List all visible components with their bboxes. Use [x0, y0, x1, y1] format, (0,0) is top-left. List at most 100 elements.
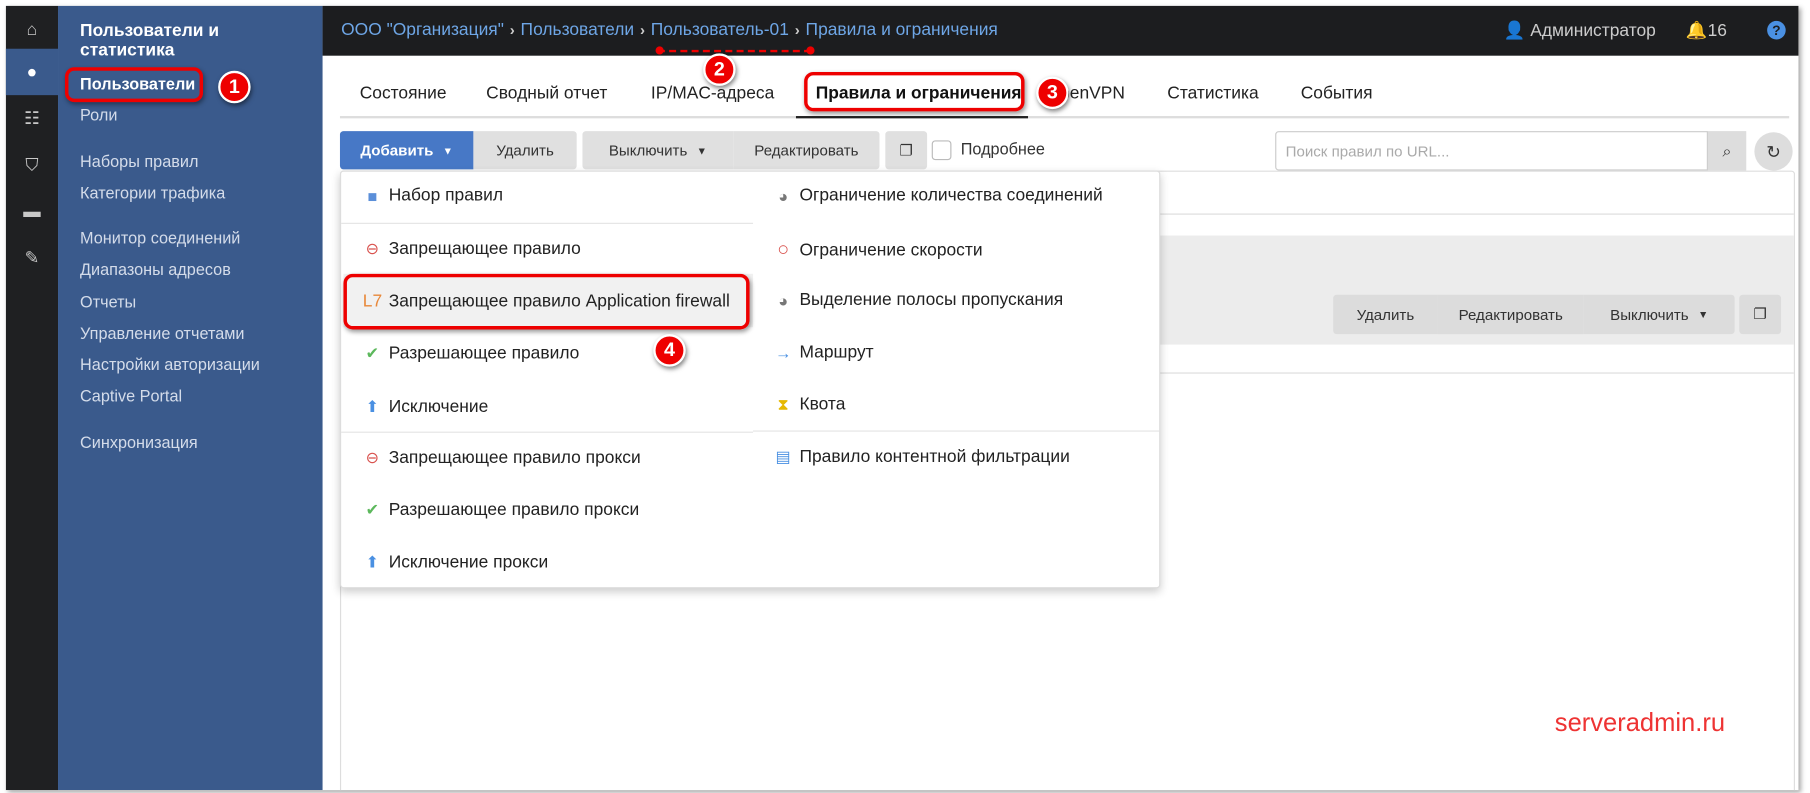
sidebar: Пользователи и статистика Пользователи Р… [58, 5, 323, 791]
label: Маршрут [799, 342, 874, 363]
search-input[interactable]: Поиск правил по URL... [1275, 131, 1708, 171]
tab-ip-mac[interactable]: IP/MAC-адреса [651, 84, 774, 104]
label: Ограничение количества соединений [799, 185, 1103, 206]
annotation-box-rules-tab [804, 71, 1025, 112]
refresh-icon[interactable]: ↻ [1754, 132, 1793, 171]
sitemap-icon[interactable]: ☷ [6, 95, 58, 141]
sidebar-item-rulesets[interactable]: Наборы правил [80, 152, 198, 171]
add-dropdown-menu: ■ Набор правил ⊖ Запрещающее правило L7 Зап… [339, 170, 1161, 589]
folder-icon: ■ [367, 186, 378, 205]
check-circle-icon: ✔ [365, 500, 380, 519]
watermark: serveradmin.ru [1554, 707, 1726, 737]
top-bar: ООО "Организация" › Пользователи › Пользоват… [322, 5, 1799, 56]
caret-down-icon: ▼ [442, 144, 454, 157]
menu-item-bandwidth[interactable]: ◕ Выделение полосы пропускания [773, 290, 1063, 310]
label: Исключение прокси [388, 552, 549, 573]
user-menu[interactable]: 👤 Администратор [1504, 20, 1656, 41]
wrench-icon[interactable]: ✎ [6, 234, 58, 280]
tachometer-icon: ◕ [778, 186, 789, 205]
menu-item-speed-limit[interactable]: ○ Ограничение скорости [773, 237, 982, 261]
details-label: Подробнее [960, 139, 1045, 158]
icon-bar: ⌂ ● ☷ ⛉ ▬ ✎ [5, 5, 59, 791]
label: Набор правил [388, 185, 504, 206]
checkbox[interactable] [931, 140, 952, 160]
label: Запрещающее правило прокси [388, 447, 641, 468]
arrow-right-icon: → [775, 342, 792, 362]
annotation-box-l7 [343, 273, 750, 330]
active-tab-indicator [795, 116, 1029, 119]
menu-item-allow-rule[interactable]: ✔ Разрешающее правило [362, 343, 580, 363]
sidebar-title: Пользователи и статистика [80, 20, 220, 61]
notification-count: 16 [1707, 20, 1727, 41]
menu-item-proxy-exception[interactable]: ⬆ Исключение прокси [362, 552, 549, 573]
arrow-up-circle-icon: ⬆ [365, 552, 380, 571]
sidebar-item-address-ranges[interactable]: Диапазоны адресов [80, 260, 231, 279]
sidebar-item-traffic-categories[interactable]: Категории трафика [80, 183, 225, 202]
breadcrumb-users[interactable]: Пользователи [521, 20, 635, 40]
help-icon[interactable]: ? [1767, 20, 1786, 40]
arrow-up-circle-icon: ⬆ [365, 396, 380, 416]
row-copy-icon[interactable]: ❐ [1739, 294, 1782, 335]
menu-item-ruleset[interactable]: ■ Набор правил [362, 186, 503, 206]
menu-item-proxy-deny-rule[interactable]: ⊖ Запрещающее правило прокси [362, 448, 641, 468]
breadcrumb: ООО "Организация" › Пользователи › Пользоват… [341, 20, 998, 40]
breadcrumb-current[interactable]: Правила и ограничения [806, 20, 998, 40]
row-edit-button[interactable]: Редактировать [1437, 294, 1584, 335]
circle-outline-icon: ○ [777, 237, 790, 260]
sidebar-item-report-management[interactable]: Управление отчетами [80, 324, 244, 343]
user-icon: 👤 [1503, 20, 1526, 41]
shield-icon[interactable]: ⛉ [6, 142, 58, 188]
breadcrumb-org[interactable]: ООО "Организация" [341, 20, 504, 40]
disable-label: Выключить [608, 141, 688, 159]
details-checkbox[interactable]: Подробнее [931, 139, 1045, 160]
minus-circle-icon: ⊖ [365, 447, 380, 467]
sidebar-item-roles[interactable]: Роли [80, 106, 117, 125]
tab-events[interactable]: События [1301, 84, 1373, 104]
user-name: Администратор [1530, 20, 1656, 41]
menu-item-quota[interactable]: ⧗ Квота [773, 395, 845, 415]
annotation-dot [655, 46, 664, 55]
chevron-right-icon: › [509, 20, 515, 39]
sidebar-item-reports[interactable]: Отчеты [80, 292, 136, 311]
chevron-right-icon: › [794, 20, 800, 39]
search-icon[interactable]: ⌕ [1707, 131, 1747, 171]
label: Запрещающее правило [388, 239, 581, 259]
sidebar-item-connection-monitor[interactable]: Монитор соединений [80, 229, 240, 248]
annotation-dot [806, 46, 815, 55]
delete-button[interactable]: Удалить [473, 131, 577, 170]
annotation-dashed-line [657, 49, 812, 53]
breadcrumb-user[interactable]: Пользователь-01 [651, 20, 789, 40]
menu-item-connection-limit[interactable]: ◕ Ограничение количества соединений [773, 185, 1103, 206]
tachometer-icon: ◕ [778, 290, 789, 310]
disable-button[interactable]: Выключить ▼ [582, 131, 734, 170]
home-icon[interactable]: ⌂ [6, 6, 58, 52]
annotation-1: 1 [218, 70, 251, 104]
menu-item-content-filter[interactable]: ▤ Правило контентной фильтрации [773, 447, 1070, 467]
tab-status[interactable]: Состояние [360, 84, 447, 104]
menu-item-deny-rule[interactable]: ⊖ Запрещающее правило [362, 239, 581, 259]
row-disable-label: Выключить [1610, 305, 1689, 324]
row-delete-button[interactable]: Удалить [1333, 294, 1438, 335]
annotation-4: 4 [653, 334, 686, 367]
annotation-2: 2 [703, 53, 736, 86]
user-icon[interactable]: ● [5, 48, 59, 96]
folder-icon[interactable]: ▬ [6, 188, 58, 234]
annotation-box-users [64, 67, 204, 103]
menu-item-exception[interactable]: ⬆ Исключение [362, 396, 489, 417]
sidebar-item-captive-portal[interactable]: Captive Portal [80, 386, 182, 405]
edit-button[interactable]: Редактировать [733, 131, 880, 170]
tab-summary[interactable]: Сводный отчет [486, 84, 607, 104]
add-button[interactable]: Добавить ▼ [339, 131, 474, 170]
notifications[interactable]: 🔔16 [1686, 20, 1727, 41]
annotation-3: 3 [1036, 76, 1069, 110]
copy-icon[interactable]: ❐ [885, 131, 928, 170]
bell-icon: 🔔 [1685, 20, 1708, 41]
label: Правило контентной фильтрации [799, 446, 1070, 467]
menu-item-route[interactable]: → Маршрут [773, 342, 874, 362]
menu-item-proxy-allow-rule[interactable]: ✔ Разрешающее правило прокси [362, 500, 640, 520]
sidebar-item-auth-settings[interactable]: Настройки авторизации [80, 355, 260, 374]
row-disable-button[interactable]: Выключить ▼ [1583, 294, 1735, 335]
app-window: ⌂ ● ☷ ⛉ ▬ ✎ Пользователи и статистика По… [5, 5, 1799, 791]
sidebar-item-sync[interactable]: Синхронизация [80, 433, 198, 452]
tab-statistics[interactable]: Статистика [1167, 84, 1258, 104]
